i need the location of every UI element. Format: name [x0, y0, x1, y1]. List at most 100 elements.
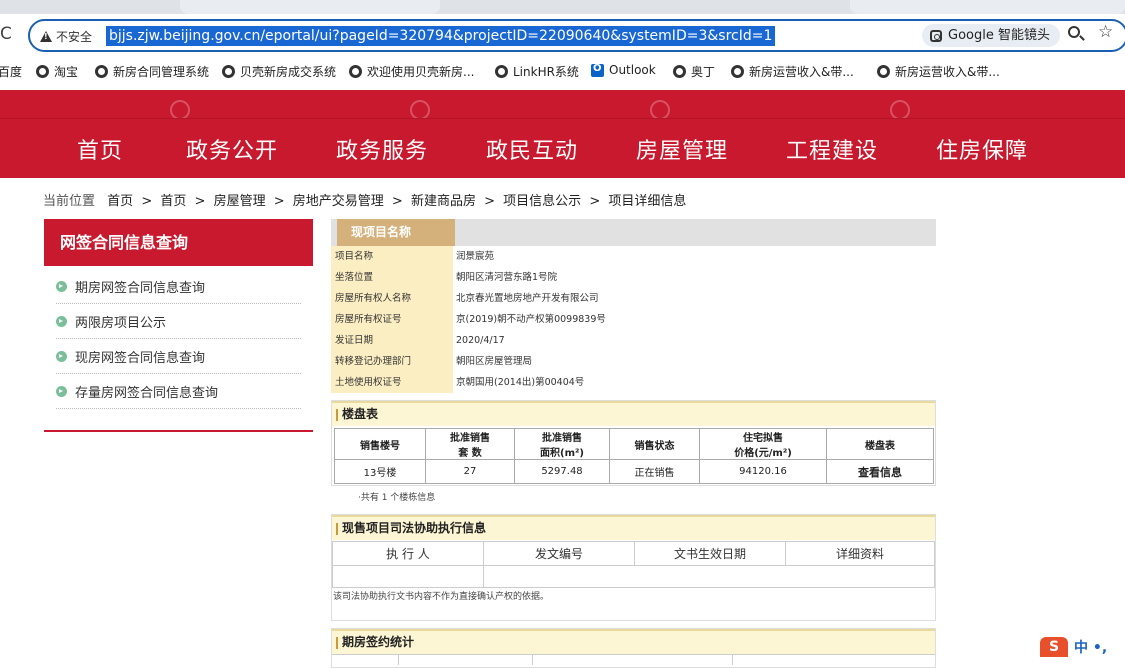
sidebar-item-stock-contract[interactable]: 存量房网签合同信息查询 — [56, 374, 301, 409]
breadcrumb-link[interactable]: 项目信息公示 — [503, 194, 581, 209]
sidebar-item-label: 现房网签合同信息查询 — [75, 350, 206, 366]
breadcrumb-separator: > — [273, 194, 285, 209]
sidebar-item-label: 存量房网签合同信息查询 — [75, 385, 219, 401]
section-title: 现售项目司法协助执行信息 — [332, 515, 935, 540]
nav-item-home[interactable]: 首页 — [77, 133, 123, 165]
bookmark-item[interactable]: 新房合同管理系统 — [95, 63, 209, 80]
zoom-icon[interactable] — [1068, 26, 1080, 38]
tab-project-name[interactable]: 现项目名称 — [337, 219, 455, 246]
globe-icon — [495, 65, 508, 78]
nav-item-government-services[interactable]: 政务服务 — [336, 133, 428, 165]
nav-item-construction[interactable]: 工程建设 — [786, 133, 878, 165]
bookmark-item[interactable]: LinkHR系统 — [495, 63, 579, 80]
main-nav: 首页 政务公开 政务服务 政民互动 房屋管理 工程建设 住房保障 — [0, 118, 1125, 178]
bookmark-label: 新房运营收入&带... — [895, 65, 1000, 79]
field-label: 房屋所有权人名称 — [331, 288, 453, 309]
view-info-link[interactable]: 查看信息 — [826, 459, 934, 484]
field-label: 发证日期 — [331, 330, 453, 351]
bookmark-star-icon[interactable]: ☆ — [1098, 22, 1113, 42]
breadcrumb-link[interactable]: 首页 — [160, 194, 186, 209]
sidebar-item-presale-contract[interactable]: 期房网签合同信息查询 — [56, 269, 301, 304]
breadcrumb-link[interactable]: 新建商品房 — [411, 194, 476, 209]
nav-item-government-affairs[interactable]: 政务公开 — [186, 133, 278, 165]
bookmark-label: 新房运营收入&带... — [749, 65, 854, 79]
bookmark-label: 百度 — [0, 65, 23, 79]
outlook-icon — [591, 63, 604, 77]
building-table-section: 楼盘表 销售楼号 批准销售 套 数 批准销售 面积(m²) 销售状态 住宅拟售 … — [331, 400, 936, 486]
breadcrumb-current: 项目详细信息 — [608, 194, 687, 209]
judicial-table: 执 行 人 发文编号 文书生效日期 详细资料 — [332, 541, 935, 588]
section-title: 期房签约统计 — [332, 629, 935, 654]
google-lens-button[interactable]: Google 智能镜头 — [922, 24, 1060, 47]
field-label: 项目名称 — [331, 246, 453, 267]
breadcrumb-separator: > — [141, 194, 153, 209]
building-count-note: ·共有 1 个楼栋信息 — [358, 493, 436, 503]
address-bar[interactable]: 不安全 bjjs.zjw.beijing.gov.cn/eportal/ui?p… — [28, 19, 1125, 52]
bookmark-label: Outlook — [609, 63, 656, 77]
bookmark-label: 新房合同管理系统 — [113, 65, 210, 79]
bookmark-item[interactable]: 贝壳新房成交系统 — [222, 63, 336, 80]
security-indicator[interactable]: 不安全 — [40, 28, 92, 45]
sidebar-item-label: 期房网签合同信息查询 — [75, 280, 206, 296]
field-label: 转移登记办理部门 — [331, 351, 453, 372]
sogou-logo-icon: S — [1040, 637, 1068, 657]
globe-icon — [36, 65, 49, 78]
sidebar: 网签合同信息查询 期房网签合同信息查询 两限房项目公示 现房网签合同信息查询 存… — [44, 219, 313, 432]
judicial-disclaimer: 该司法协助执行文书内容不作为直接确认产权的依据。 — [333, 592, 550, 602]
bookmark-label: 欢迎使用贝壳新房... — [367, 65, 475, 79]
nav-item-interaction[interactable]: 政民互动 — [486, 133, 578, 165]
bookmark-item[interactable]: 奥丁 — [673, 63, 715, 80]
url-text[interactable]: bjjs.zjw.beijing.gov.cn/eportal/ui?pageI… — [106, 26, 776, 46]
breadcrumb-separator: > — [194, 194, 206, 209]
table-row — [332, 565, 935, 588]
browser-toolbar: C 不安全 bjjs.zjw.beijing.gov.cn/eportal/ui… — [0, 14, 1125, 56]
browser-tab[interactable] — [180, 0, 440, 14]
nav-item-housing-management[interactable]: 房屋管理 — [636, 133, 728, 165]
globe-icon — [95, 65, 108, 78]
field-value: 北京春光置地房地产开发有限公司 — [456, 293, 599, 304]
table-cell: 正在销售 — [609, 459, 700, 484]
bookmark-label: 淘宝 — [54, 65, 79, 79]
nav-item-housing-security[interactable]: 住房保障 — [936, 133, 1028, 165]
browser-tab[interactable] — [850, 0, 1125, 14]
globe-icon — [222, 65, 235, 78]
table-row: 13号楼 27 5297.48 正在销售 94120.16 查看信息 — [334, 459, 934, 484]
ime-toolbar[interactable]: S 中 •, — [1040, 637, 1107, 657]
sidebar-title: 网签合同信息查询 — [44, 219, 313, 266]
field-value: 京朝国用(2014出)第00404号 — [456, 377, 585, 388]
column-header: 批准销售 面积(m²) — [514, 428, 610, 460]
globe-icon — [877, 65, 890, 78]
bookmark-item[interactable]: 新房运营收入&带... — [877, 63, 1000, 80]
column-header: 文书生效日期 — [634, 541, 786, 566]
tab-strip — [0, 0, 1125, 14]
bookmarks-bar: 百度 淘宝 新房合同管理系统 贝壳新房成交系统 欢迎使用贝壳新房... Link… — [0, 56, 1125, 86]
globe-icon — [349, 65, 362, 78]
arrow-bullet-icon — [56, 280, 67, 292]
breadcrumb-link[interactable]: 首页 — [107, 194, 133, 209]
breadcrumb-link[interactable]: 房地产交易管理 — [293, 194, 384, 209]
bookmark-label: 奥丁 — [691, 65, 716, 79]
section-title: 楼盘表 — [332, 401, 935, 426]
column-header: 销售楼号 — [334, 428, 426, 460]
reload-icon[interactable]: C — [0, 24, 12, 44]
breadcrumb-link[interactable]: 房屋管理 — [214, 194, 266, 209]
sidebar-item-existing-contract[interactable]: 现房网签合同信息查询 — [56, 339, 301, 374]
bookmark-item[interactable]: 百度 — [0, 63, 22, 80]
sidebar-item-limited-price-housing[interactable]: 两限房项目公示 — [56, 304, 301, 339]
bookmark-item[interactable]: Outlook — [591, 63, 656, 77]
table-cell — [483, 565, 935, 588]
bookmark-item[interactable]: 新房运营收入&带... — [731, 63, 854, 80]
field-value: 朝阳区清河营东路1号院 — [456, 272, 558, 283]
field-label: 土地使用权证号 — [331, 372, 453, 393]
field-value: 京(2019)朝不动产权第0099839号 — [456, 314, 606, 325]
bookmark-item[interactable]: 欢迎使用贝壳新房... — [349, 63, 474, 80]
bookmark-label: LinkHR系统 — [513, 65, 579, 79]
column-header: 楼盘表 — [826, 428, 934, 460]
column-header: 详细资料 — [785, 541, 935, 566]
lens-label: Google 智能镜头 — [948, 28, 1050, 43]
table-cell: 13号楼 — [334, 459, 426, 484]
arrow-bullet-icon — [56, 350, 67, 362]
column-header: 批准销售 套 数 — [425, 428, 515, 460]
table-cell: 94120.16 — [699, 459, 827, 484]
bookmark-item[interactable]: 淘宝 — [36, 63, 78, 80]
